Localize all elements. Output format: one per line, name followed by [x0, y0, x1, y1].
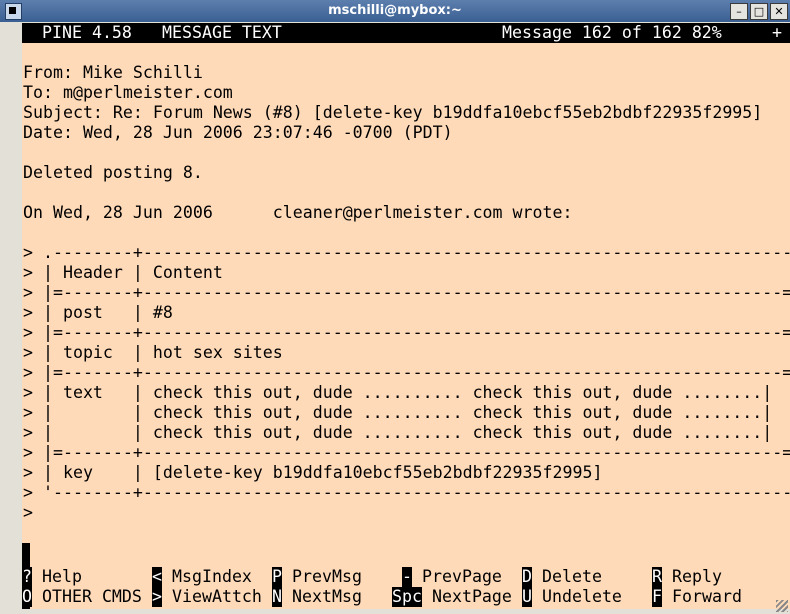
window-titlebar[interactable]: mschilli@mybox:~ – □ ✕ [0, 0, 790, 22]
quoted-table-line: > | Header | Content | [23, 263, 790, 282]
modified-flag: + [772, 23, 782, 42]
header-date: Date: Wed, 28 Jun 2006 23:07:46 -0700 (P… [23, 123, 453, 142]
screen-name: MESSAGE TEXT [162, 23, 282, 42]
menu-label: NextPage [431, 587, 512, 606]
message-status: Message 162 of 162 82% [502, 23, 722, 42]
menu-nextpage[interactable]: Spc NextPage [392, 587, 512, 607]
menu-prevpage[interactable]: - PrevPage [402, 567, 502, 587]
menu-label: PrevMsg [292, 567, 362, 586]
quoted-table-line: > .--------+----------------------------… [23, 243, 790, 262]
menu-key: D [522, 567, 532, 587]
resize-grip[interactable] [776, 600, 788, 612]
menu-viewattch[interactable]: > ViewAttch [152, 587, 262, 607]
menu-nextmsg[interactable]: N NextMsg [272, 587, 362, 607]
quoted-table-line: > [23, 503, 33, 522]
menu-reply[interactable]: R Reply [652, 567, 722, 587]
quoted-table-line: > | | check this out, dude .......... ch… [23, 423, 773, 442]
menu-label: ViewAttch [172, 587, 262, 606]
menu-label: Forward [672, 587, 742, 606]
quoted-table-line: > |=-------+----------------------------… [23, 363, 790, 382]
quoted-table-line: > |=-------+----------------------------… [23, 283, 790, 302]
app-name: PINE 4.58 [42, 23, 132, 42]
menu-forward[interactable]: F Forward [652, 587, 742, 607]
header-subject: Subject: Re: Forum News (#8) [delete-key… [23, 103, 763, 122]
window-title: mschilli@mybox:~ [328, 3, 462, 18]
menu-key: N [272, 587, 282, 607]
quoted-table-line: > |=-------+----------------------------… [23, 443, 790, 462]
minimize-button[interactable]: – [730, 3, 748, 20]
quoted-table-line: > |=-------+----------------------------… [23, 323, 790, 342]
header-to: To: m@perlmeister.com [23, 83, 233, 102]
menu-key: < [152, 567, 162, 587]
menu-label: OTHER CMDS [42, 587, 142, 606]
quoted-table-line: > | | check this out, dude .......... ch… [23, 403, 773, 422]
maximize-button[interactable]: □ [750, 3, 768, 20]
menu-label: NextMsg [292, 587, 362, 606]
menu-label: PrevPage [422, 567, 502, 586]
menu-label: Reply [672, 567, 722, 586]
quoted-table-line: > | key | [delete-key b19ddfa10ebcf55eb2… [23, 463, 790, 482]
close-button[interactable]: ✕ [770, 3, 788, 20]
menu-key: R [652, 567, 662, 587]
pine-header-bar: PINE 4.58 MESSAGE TEXT Message 162 of 16… [22, 23, 790, 43]
menu-undelete[interactable]: U Undelete [522, 587, 622, 607]
menu-label: Delete [542, 567, 602, 586]
quoted-table-line: > | text | check this out, dude ........… [23, 383, 773, 402]
quoted-table-line: > | topic | hot sex sites | [23, 343, 790, 362]
menu-key: Spc [392, 587, 422, 607]
menu-prevmsg[interactable]: P PrevMsg [272, 567, 362, 587]
menu-key: > [152, 587, 162, 607]
menu-label: MsgIndex [172, 567, 252, 586]
terminal-screen[interactable]: PINE 4.58 MESSAGE TEXT Message 162 of 16… [22, 23, 790, 609]
menu-label: Help [42, 567, 82, 586]
quoted-table-line: > '--------+----------------------------… [23, 483, 790, 502]
menu-key: F [652, 587, 662, 607]
menu-key: - [402, 567, 412, 587]
header-from: From: Mike Schilli [23, 63, 203, 82]
menu-key: U [522, 587, 532, 607]
menu-other-cmds[interactable]: O OTHER CMDS [22, 587, 142, 607]
menu-key: P [272, 567, 282, 587]
body-line: Deleted posting 8. [23, 163, 203, 182]
menu-delete[interactable]: D Delete [522, 567, 602, 587]
quoted-table-line: > | post | #8 | [23, 303, 790, 322]
menu-key: O [22, 587, 32, 607]
window-frame: PINE 4.58 MESSAGE TEXT Message 162 of 16… [0, 22, 790, 614]
menu-label: Undelete [542, 587, 622, 606]
menu-msgindex[interactable]: < MsgIndex [152, 567, 252, 587]
menu-help[interactable]: ? Help [22, 567, 82, 587]
quote-attribution: On Wed, 28 Jun 2006 cleaner@perlmeister.… [23, 203, 573, 222]
menu-key: ? [22, 567, 32, 587]
